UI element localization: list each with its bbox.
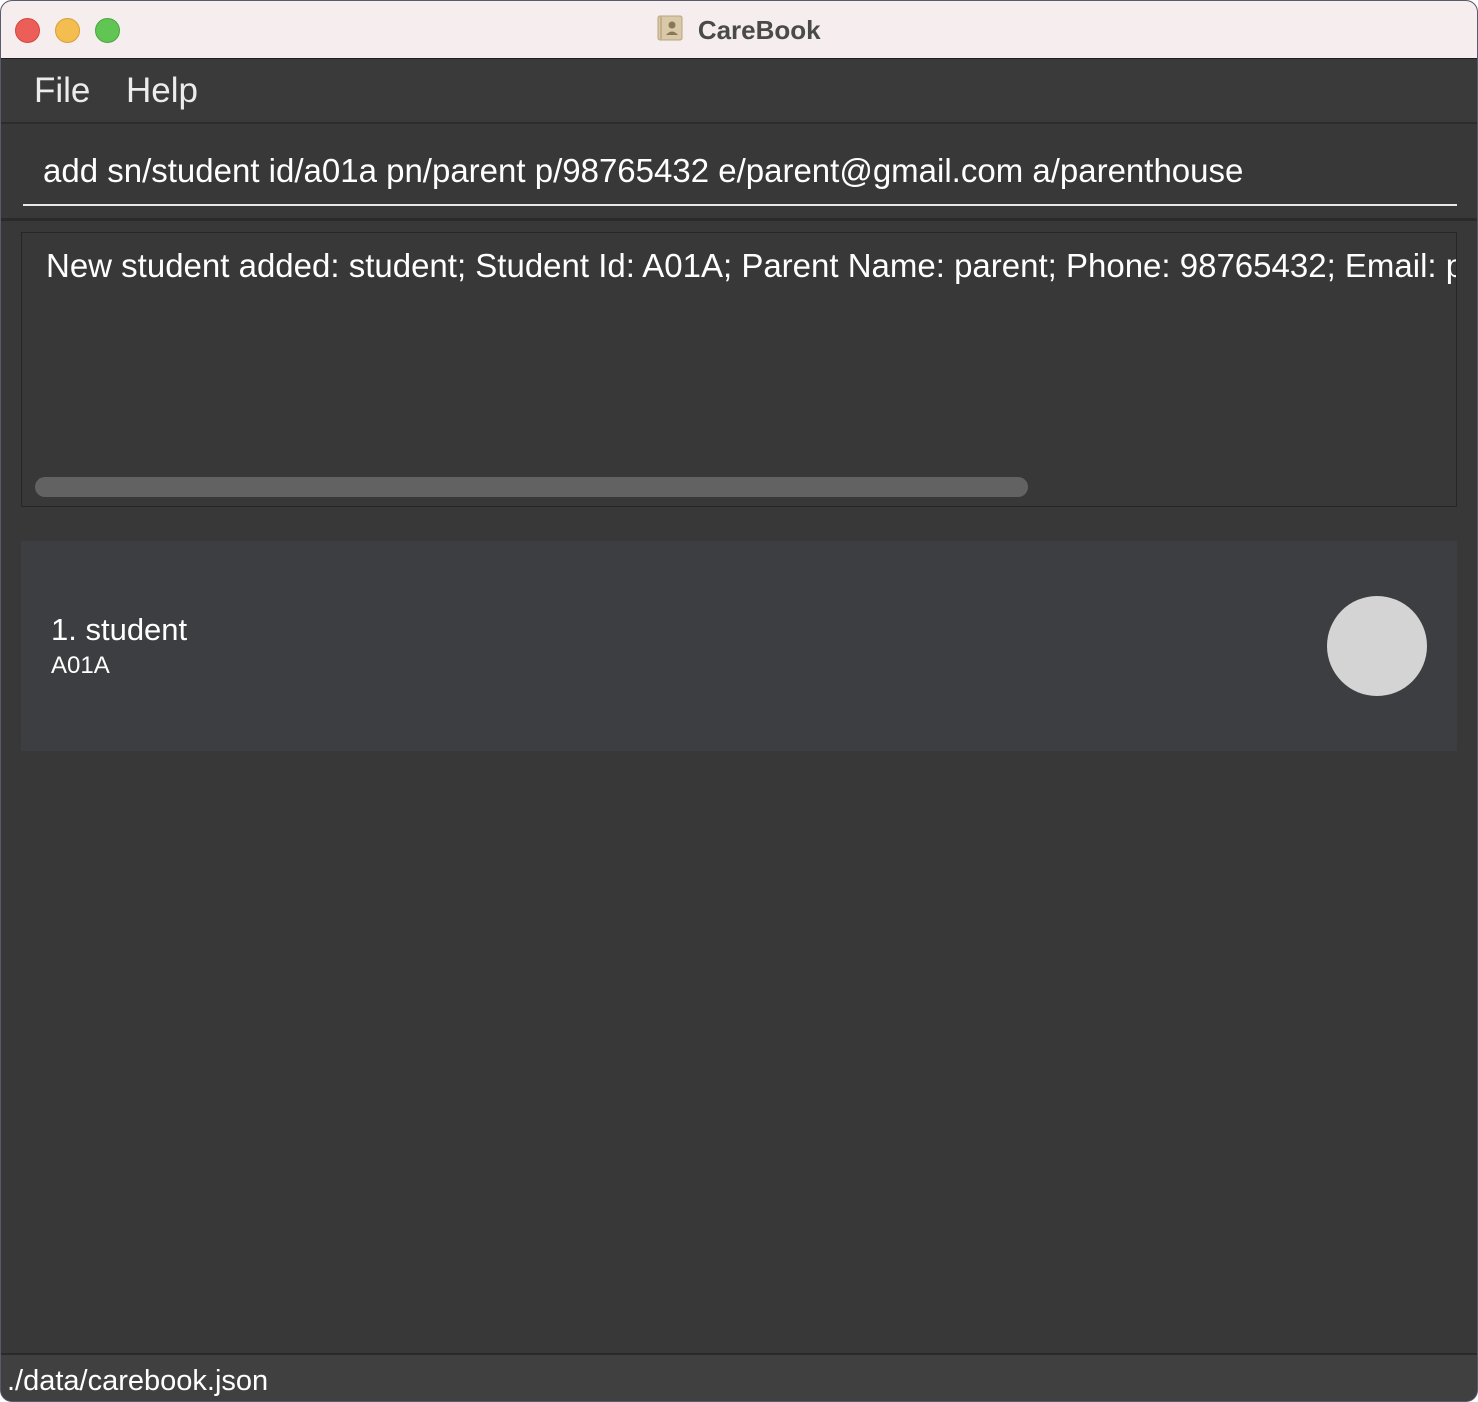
status-bar: ./data/carebook.json [1, 1353, 1477, 1401]
menu-file[interactable]: File [34, 71, 90, 111]
result-message: New student added: student; Student Id: … [46, 247, 1456, 284]
student-list-panel: 1. student A01A [1, 521, 1477, 1351]
result-display[interactable]: New student added: student; Student Id: … [21, 232, 1457, 507]
app-window: CareBook File Help add sn/student id/a01… [0, 0, 1478, 1402]
horizontal-scrollbar[interactable] [35, 477, 1028, 497]
menu-help[interactable]: Help [126, 71, 198, 111]
save-file-path: ./data/carebook.json [7, 1365, 269, 1397]
menu-bar: File Help [1, 59, 1477, 124]
avatar [1327, 596, 1427, 696]
result-display-panel: New student added: student; Student Id: … [1, 221, 1477, 524]
command-input[interactable]: add sn/student id/a01a pn/parent p/98765… [23, 140, 1457, 206]
title-bar: CareBook [1, 1, 1477, 59]
student-id: A01A [51, 652, 110, 679]
command-box-panel: add sn/student id/a01a pn/parent p/98765… [1, 124, 1477, 221]
student-name: 1. student [51, 612, 188, 647]
window-title-group: CareBook [1, 13, 1477, 47]
window-title: CareBook [697, 15, 821, 45]
student-card[interactable]: 1. student A01A [21, 541, 1457, 751]
address-book-icon [657, 15, 683, 41]
